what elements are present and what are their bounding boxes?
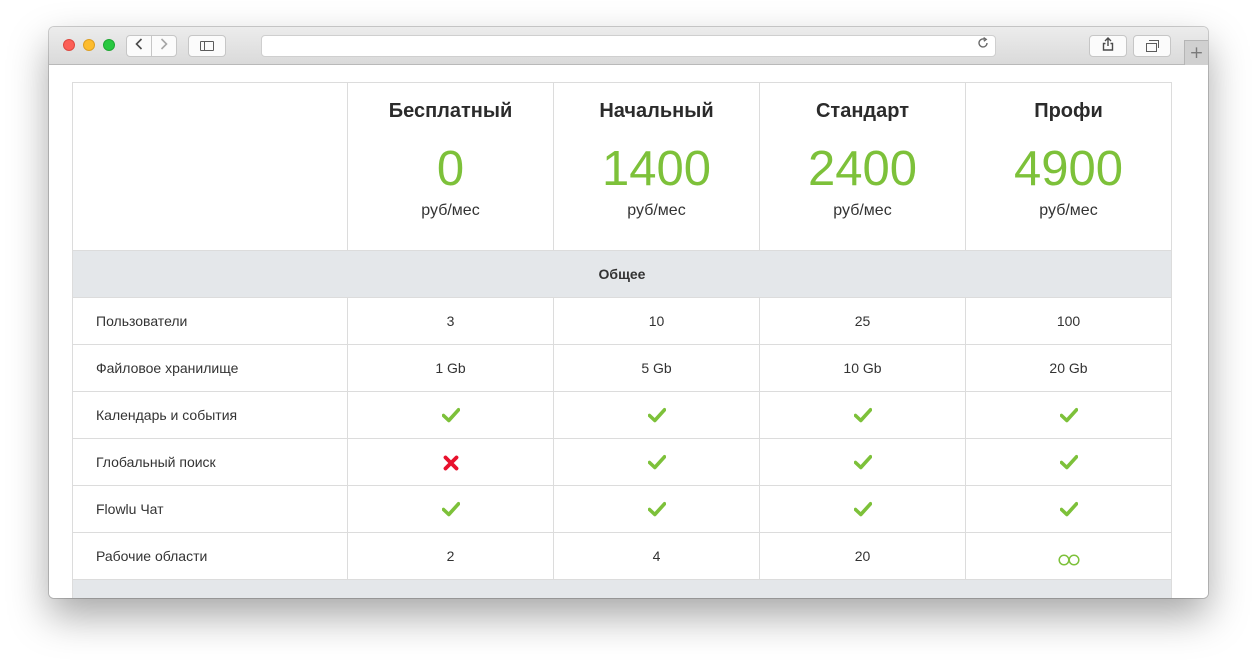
feature-value: 10 Gb: [759, 344, 966, 392]
check-icon: [647, 406, 666, 423]
plan-name: Бесплатный: [388, 100, 513, 122]
chevron-right-icon: [160, 38, 168, 54]
feature-value: 20: [759, 532, 966, 580]
address-bar[interactable]: [261, 35, 996, 57]
section-title: Общее: [72, 250, 1172, 298]
plan-name: Профи: [1034, 100, 1103, 122]
feature-value: 25: [759, 297, 966, 345]
feature-value: 10: [553, 297, 760, 345]
feature-value-cell: [347, 485, 554, 533]
tabs-icon: [1145, 39, 1159, 52]
check-icon: [853, 453, 872, 470]
page-content: Бесплатный 0 руб/мес Начальный 1400 руб/…: [49, 65, 1208, 598]
section-row: Общее: [72, 250, 1172, 298]
plan-name: Стандарт: [815, 100, 909, 122]
next-section-cell: [72, 579, 1172, 598]
feature-value: 3: [347, 297, 554, 345]
feature-value: 20 Gb: [965, 344, 1172, 392]
table-row: Рабочие области 2 4 20: [72, 532, 1172, 580]
feature-name: Глобальный поиск: [72, 438, 348, 486]
close-window-button[interactable]: [63, 39, 75, 51]
check-icon: [1059, 500, 1078, 517]
plan-price-unit: руб/мес: [833, 202, 892, 219]
feature-value-cell: [347, 391, 554, 439]
check-icon: [647, 453, 666, 470]
share-icon: [1102, 37, 1114, 55]
check-icon: [853, 500, 872, 517]
check-icon: [647, 500, 666, 517]
check-icon: [1059, 453, 1078, 470]
feature-value-cell: [965, 391, 1172, 439]
feature-value: 2: [347, 532, 554, 580]
table-row: Календарь и события: [72, 391, 1172, 439]
plan-price: 4900: [1013, 142, 1123, 196]
feature-value: 4: [553, 532, 760, 580]
check-icon: [441, 500, 460, 517]
browser-window: + Бесплатный 0 руб/мес Начальный 1400 ру…: [49, 27, 1208, 598]
feature-value-cell: [553, 391, 760, 439]
plan-price: 1400: [601, 142, 711, 196]
plan-price: 2400: [807, 142, 917, 196]
plan-price-unit: руб/мес: [421, 202, 480, 219]
feature-name: Календарь и события: [72, 391, 348, 439]
plus-icon: +: [1189, 43, 1204, 63]
back-button[interactable]: [126, 35, 152, 57]
check-icon: [441, 406, 460, 423]
check-icon: [853, 406, 872, 423]
plan-header: Профи 4900 руб/мес: [965, 82, 1172, 251]
plan-name: Начальный: [599, 100, 714, 122]
feature-value-cell: [553, 438, 760, 486]
browser-toolbar: +: [49, 27, 1208, 65]
plan-price-unit: руб/мес: [627, 202, 686, 219]
sidebar-button[interactable]: [188, 35, 226, 57]
feature-value-cell: [553, 485, 760, 533]
plan-header: Стандарт 2400 руб/мес: [759, 82, 966, 251]
feature-value: 100: [965, 297, 1172, 345]
minimize-window-button[interactable]: [83, 39, 95, 51]
plan-price-unit: руб/мес: [1039, 202, 1098, 219]
next-section-row: [72, 579, 1172, 598]
plan-header: Бесплатный 0 руб/мес: [347, 82, 554, 251]
feature-value: 1 Gb: [347, 344, 554, 392]
forward-button[interactable]: [151, 35, 177, 57]
feature-name: Flowlu Чат: [72, 485, 348, 533]
feature-value-cell: [965, 532, 1172, 580]
table-row: Пользователи 3 10 25 100: [72, 297, 1172, 345]
feature-name: Рабочие области: [72, 532, 348, 580]
feature-value-cell: [347, 438, 554, 486]
plans-header-row: Бесплатный 0 руб/мес Начальный 1400 руб/…: [72, 82, 1172, 251]
check-icon: [1059, 406, 1078, 423]
pricing-table: Бесплатный 0 руб/мес Начальный 1400 руб/…: [72, 82, 1172, 598]
feature-value-cell: [759, 485, 966, 533]
table-row: Файловое хранилище 1 Gb 5 Gb 10 Gb 20 Gb: [72, 344, 1172, 392]
feature-value: 5 Gb: [553, 344, 760, 392]
feature-name: Пользователи: [72, 297, 348, 345]
feature-value-cell: [965, 485, 1172, 533]
feature-value-cell: [759, 391, 966, 439]
feature-value-cell: [965, 438, 1172, 486]
reload-icon[interactable]: [977, 37, 989, 53]
table-row: Глобальный поиск: [72, 438, 1172, 486]
new-tab-button[interactable]: +: [1184, 40, 1208, 65]
zoom-window-button[interactable]: [103, 39, 115, 51]
feature-name: Файловое хранилище: [72, 344, 348, 392]
chevron-left-icon: [135, 38, 143, 54]
plan-price: 0: [436, 142, 465, 196]
share-button[interactable]: [1089, 35, 1127, 57]
empty-header-cell: [72, 82, 348, 251]
sidebar-icon: [200, 41, 214, 51]
plan-header: Начальный 1400 руб/мес: [553, 82, 760, 251]
table-row: Flowlu Чат: [72, 485, 1172, 533]
tabs-overview-button[interactable]: [1133, 35, 1171, 57]
feature-value-cell: [759, 438, 966, 486]
cross-icon: [443, 453, 459, 471]
infinity-icon: [1057, 548, 1080, 566]
